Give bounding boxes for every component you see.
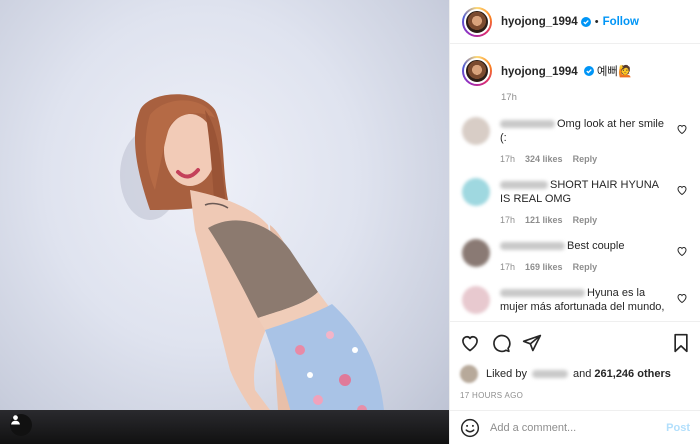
comment-input[interactable] [490,421,667,434]
comment-item: Omg look at her smile (: 17h 324 likes R… [462,117,688,164]
bookmark-icon[interactable] [672,333,690,353]
comment-likes[interactable]: 169 likes [525,262,563,272]
likes-summary[interactable]: Liked by and 261,246 others [460,365,690,383]
heart-icon[interactable] [676,245,688,257]
photo-floor [0,410,449,444]
header-separator: • [594,15,599,28]
author-username[interactable]: hyojong_1994 [501,16,578,28]
comment-age: 17h [500,262,516,272]
post-photo[interactable] [0,0,449,444]
caption-avatar[interactable] [462,56,492,86]
post-timestamp[interactable]: 17 HOURS AGO [460,391,690,400]
heart-icon[interactable] [676,292,688,304]
commenter-username[interactable] [500,120,555,129]
comment-age: 17h [500,154,516,164]
liker-username[interactable] [531,370,568,378]
photo-illustration [120,94,385,444]
commenter-avatar[interactable] [462,178,490,206]
author-avatar[interactable] [462,6,492,37]
add-comment-bar: Post [450,410,700,444]
likes-middle: and [572,368,592,380]
comment-item: Best couple 17h 169 likes Reply [462,239,688,272]
like-heart-icon[interactable] [460,333,480,353]
follow-button[interactable]: Follow [603,16,639,28]
comment-icon[interactable] [491,333,511,353]
comment-item: Hyuna es la mujer más afortunada del mun… [462,286,688,314]
commenter-avatar[interactable] [462,239,490,267]
commenter-username[interactable] [500,181,548,190]
comments-list[interactable]: hyojong_1994 예뻐🙋 17h Omg look at her smi… [450,44,700,321]
commenter-avatar[interactable] [462,117,490,145]
likes-count[interactable]: 261,246 others [594,368,670,380]
caption-text: 예뻐🙋 [596,66,633,78]
commenter-username[interactable] [500,289,585,298]
post-header: hyojong_1994 • Follow [450,0,700,44]
reply-button[interactable]: Reply [573,215,598,225]
likes-prefix: Liked by [486,368,527,380]
commenter-avatar[interactable] [462,286,490,314]
caption-age: 17h [501,92,517,103]
user-tag-button[interactable] [10,414,32,436]
comment-likes[interactable]: 121 likes [525,215,563,225]
user-tag-icon [11,415,20,425]
share-icon[interactable] [522,333,542,353]
comment-age: 17h [500,215,516,225]
post-comment-button[interactable]: Post [666,422,690,434]
reply-button[interactable]: Reply [573,154,598,164]
reply-button[interactable]: Reply [573,262,598,272]
caption: hyojong_1994 예뻐🙋 17h [462,56,688,103]
post-sidebar: hyojong_1994 • Follow hyojong_1994 예뻐🙋 1… [449,0,700,444]
comment-item: SHORT HAIR HYUNA IS REAL OMG 17h 121 lik… [462,178,688,225]
heart-icon[interactable] [676,184,688,196]
commenter-username[interactable] [500,242,565,251]
heart-icon[interactable] [676,123,688,135]
comment-likes[interactable]: 324 likes [525,154,563,164]
caption-username[interactable]: hyojong_1994 [501,66,578,78]
liker-avatar[interactable] [460,365,478,383]
smile-icon[interactable] [460,418,480,438]
verified-badge-icon [583,66,594,76]
verified-badge-icon [580,16,591,27]
comment-text: Best couple [567,240,625,252]
